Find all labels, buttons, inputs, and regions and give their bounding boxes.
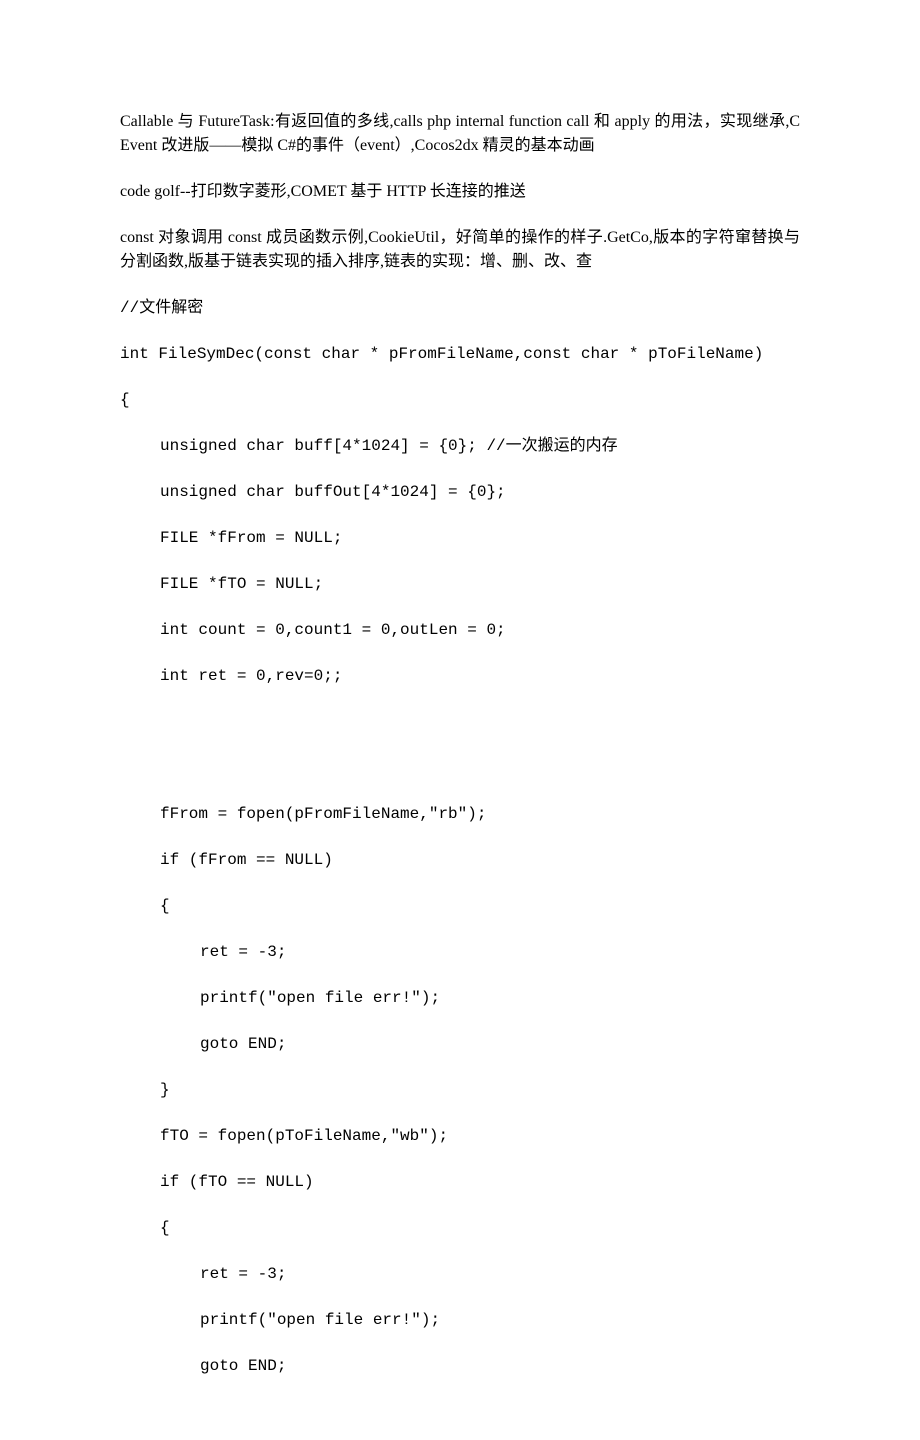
code-line: { — [120, 1216, 800, 1240]
code-line: ret = -3; — [120, 940, 800, 964]
code-line: ret = -3; — [120, 1262, 800, 1286]
code-line: int ret = 0,rev=0;; — [120, 664, 800, 688]
code-line: if (fFrom == NULL) — [120, 848, 800, 872]
paragraph: code golf--打印数字菱形,COMET 基于 HTTP 长连接的推送 — [120, 180, 800, 204]
code-line: goto END; — [120, 1354, 800, 1378]
code-line — [120, 756, 800, 780]
code-line: } — [120, 1078, 800, 1102]
code-comment: //文件解密 — [120, 296, 800, 320]
code-line: fTO = fopen(pToFileName,"wb"); — [120, 1124, 800, 1148]
paragraph: Callable 与 FutureTask:有返回值的多线,calls php … — [120, 110, 800, 158]
code-line: printf("open file err!"); — [120, 986, 800, 1010]
code-line: unsigned char buff[4*1024] = {0}; //一次搬运… — [120, 434, 800, 458]
code-line: printf("open file err!"); — [120, 1308, 800, 1332]
code-body: unsigned char buff[4*1024] = {0}; //一次搬运… — [120, 434, 800, 1378]
code-line: fFrom = fopen(pFromFileName,"rb"); — [120, 802, 800, 826]
code-line — [120, 710, 800, 734]
code-line: if (fTO == NULL) — [120, 1170, 800, 1194]
code-signature: int FileSymDec(const char * pFromFileNam… — [120, 342, 800, 366]
code-line: goto END; — [120, 1032, 800, 1056]
code-line: unsigned char buffOut[4*1024] = {0}; — [120, 480, 800, 504]
code-line: FILE *fFrom = NULL; — [120, 526, 800, 550]
document-page: Callable 与 FutureTask:有返回值的多线,calls php … — [0, 0, 920, 1440]
code-line: int count = 0,count1 = 0,outLen = 0; — [120, 618, 800, 642]
code-line: { — [120, 894, 800, 918]
code-line: FILE *fTO = NULL; — [120, 572, 800, 596]
code-brace-open: { — [120, 388, 800, 412]
paragraph: const 对象调用 const 成员函数示例,CookieUtil，好简单的操… — [120, 226, 800, 274]
